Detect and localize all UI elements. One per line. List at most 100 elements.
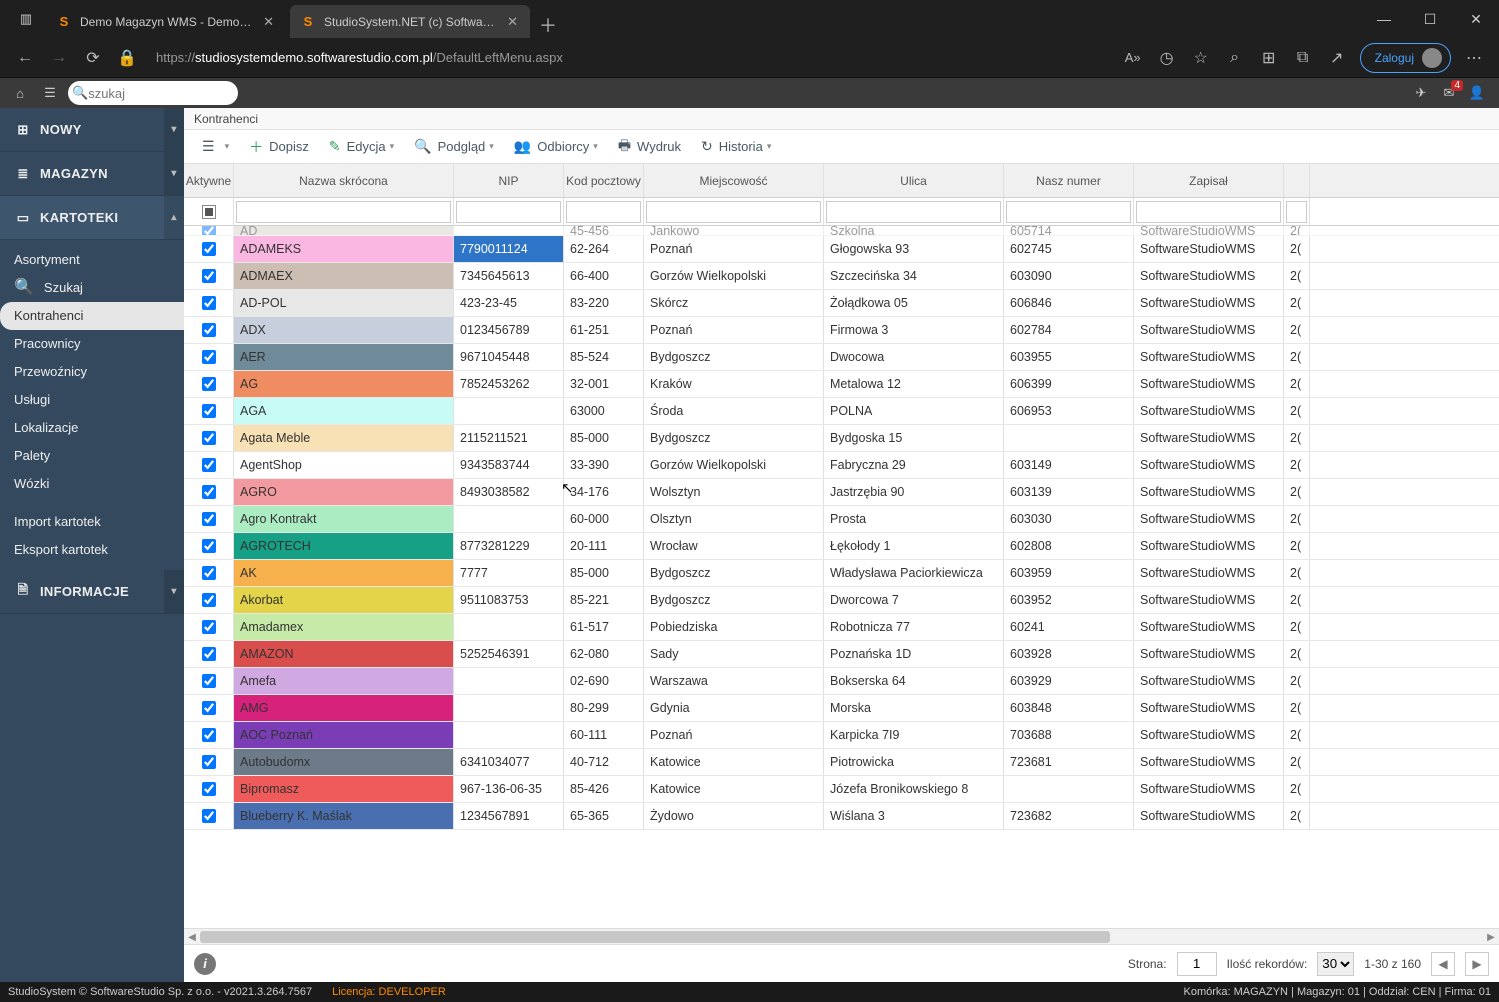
table-row[interactable]: AK777785-000BydgoszczWładysława Paciorki… [184,560,1499,587]
row-checkbox[interactable] [202,782,216,796]
extensions-icon[interactable]: ⧉ [1286,42,1320,74]
scroll-right-icon[interactable]: ▶ [1483,929,1499,944]
row-checkbox[interactable] [202,620,216,634]
scroll-thumb[interactable] [200,931,1110,943]
filter-nazwa[interactable] [236,201,451,223]
table-row[interactable]: AgentShop934358374433-390Gorzów Wielkopo… [184,452,1499,479]
table-row[interactable]: Blueberry K. Maślak123456789165-365Żydow… [184,803,1499,830]
close-icon[interactable]: ✕ [263,14,274,30]
close-window-icon[interactable]: ✕ [1453,0,1499,38]
sidebar-item-nowy[interactable]: ⊞ NOWY▾ [0,108,184,152]
sidebar-sub-palety[interactable]: Palety [0,442,184,470]
toggle-sidebar-icon[interactable]: ☰ [38,81,62,105]
sidebar-sub-import[interactable]: Import kartotek [0,508,184,536]
sidebar-item-kartoteki[interactable]: ▭ KARTOTEKI▴ [0,196,184,240]
row-checkbox[interactable] [202,701,216,715]
pager-next-button[interactable]: ▶ [1465,952,1489,976]
table-row[interactable]: AER967104544885-524BydgoszczDwocowa60395… [184,344,1499,371]
col-nasz[interactable]: Nasz numer [1004,164,1134,197]
pager-prev-button[interactable]: ◀ [1431,952,1455,976]
table-row[interactable]: Agro Kontrakt60-000OlsztynProsta603030So… [184,506,1499,533]
col-nazwa[interactable]: Nazwa skrócona [234,164,454,197]
row-checkbox[interactable] [202,593,216,607]
close-icon[interactable]: ✕ [507,14,518,30]
sidebar-item-magazyn[interactable]: ≣ MAGAZYN▾ [0,152,184,196]
history-button[interactable]: ↻Historia▾ [691,133,781,161]
lock-icon[interactable]: 🔒 [110,42,144,74]
row-checkbox[interactable] [202,728,216,742]
col-aktywne[interactable]: Aktywne [184,164,234,197]
filter-kod[interactable] [566,201,641,223]
row-checkbox[interactable] [202,539,216,553]
col-kod[interactable]: Kod pocztowy [564,164,644,197]
print-button[interactable]: 🖶Wydruk [608,133,691,161]
new-tab-button[interactable]: ＋ [534,12,562,38]
row-checkbox[interactable] [202,377,216,391]
table-row[interactable]: AOC Poznań60-111PoznańKarpicka 7I9703688… [184,722,1499,749]
mail-icon[interactable]: ✉4 [1435,79,1463,107]
row-checkbox[interactable] [202,566,216,580]
favorite-icon[interactable]: ☆ [1184,42,1218,74]
home-icon[interactable]: ⌂ [8,81,32,105]
table-row[interactable]: AMAZON525254639162-080SadyPoznańska 1D60… [184,641,1499,668]
filter-checkbox[interactable] [202,205,216,219]
sidebar-item-informacje[interactable]: 🗎 INFORMACJE▾ [0,570,184,614]
chevron-up-icon[interactable]: ▴ [164,196,184,239]
row-checkbox[interactable] [202,809,216,823]
row-checkbox[interactable] [202,269,216,283]
table-row[interactable]: ADX012345678961-251PoznańFirmowa 3602784… [184,317,1499,344]
row-checkbox[interactable] [202,242,216,256]
pager-page-input[interactable] [1177,952,1217,976]
col-ulica[interactable]: Ulica [824,164,1004,197]
browser-tab-2[interactable]: S StudioSystem.NET (c) SoftwareSt… ✕ [290,5,530,38]
row-checkbox[interactable] [202,404,216,418]
info-icon[interactable]: ◷ [1150,42,1184,74]
col-zapisal[interactable]: Zapisał [1134,164,1284,197]
row-checkbox[interactable] [202,350,216,364]
filter-zapisal[interactable] [1136,201,1281,223]
tab-actions-icon[interactable]: ▥ [6,0,46,38]
search-input[interactable] [88,86,264,101]
back-icon[interactable]: ← [8,42,42,74]
sidebar-sub-pracownicy[interactable]: Pracownicy [0,330,184,358]
table-row[interactable]: AGRO849303858234-176WolsztynJastrzębia 9… [184,479,1499,506]
horizontal-scrollbar[interactable]: ◀ ▶ [184,928,1499,944]
menu-icon[interactable]: ⋯ [1457,42,1491,74]
row-checkbox[interactable] [202,674,216,688]
pager-size-select[interactable]: 30 [1317,952,1354,976]
scroll-left-icon[interactable]: ◀ [184,929,200,944]
info-icon[interactable]: i [194,953,216,975]
filter-ulica[interactable] [826,201,1001,223]
recipients-button[interactable]: 👥Odbiorcy▾ [504,133,608,161]
table-row[interactable]: Amefa02-690WarszawaBokserska 64603929Sof… [184,668,1499,695]
share-icon[interactable]: ↗ [1320,42,1354,74]
row-checkbox[interactable] [202,226,216,235]
sidebar-sub-przewoznicy[interactable]: Przewoźnicy [0,358,184,386]
table-row[interactable]: AMG80-299GdyniaMorska603848SoftwareStudi… [184,695,1499,722]
row-checkbox[interactable] [202,296,216,310]
sidebar-sub-lokalizacje[interactable]: Lokalizacje [0,414,184,442]
filter-more[interactable] [1286,201,1307,223]
row-checkbox[interactable] [202,647,216,661]
sidebar-sub-wozki[interactable]: Wózki [0,470,184,498]
browser-login-button[interactable]: Zaloguj [1360,43,1451,73]
chevron-down-icon[interactable]: ▾ [164,108,184,151]
maximize-icon[interactable]: ☐ [1407,0,1453,38]
table-row[interactable]: Amadamex61-517PobiedziskaRobotnicza 7760… [184,614,1499,641]
edit-button[interactable]: ✎Edycja▾ [319,133,404,161]
chevron-down-icon[interactable]: ▾ [164,152,184,195]
table-row[interactable]: Autobudomx634103407740-712KatowicePiotro… [184,749,1499,776]
sidebar-sub-kontrahenci[interactable]: Kontrahenci [0,302,184,330]
filter-miejscowosc[interactable] [646,201,821,223]
col-miejscowosc[interactable]: Miejscowość [644,164,824,197]
table-row[interactable]: AGA63000ŚrodaPOLNA606953SoftwareStudioWM… [184,398,1499,425]
refresh-icon[interactable]: ⟳ [76,42,110,74]
tts-icon[interactable]: A» [1116,42,1150,74]
table-row[interactable]: AGROTECH877328122920-111WrocławŁękołody … [184,533,1499,560]
table-row[interactable]: Agata Meble211521152185-000BydgoszczBydg… [184,425,1499,452]
sidebar-sub-eksport[interactable]: Eksport kartotek [0,536,184,564]
browser-tab-1[interactable]: S Demo Magazyn WMS - Demo o… ✕ [46,5,286,38]
sidebar-sub-uslugi[interactable]: Usługi [0,386,184,414]
preview-button[interactable]: 🔍Podgląd▾ [404,133,504,161]
filter-nasz[interactable] [1006,201,1131,223]
